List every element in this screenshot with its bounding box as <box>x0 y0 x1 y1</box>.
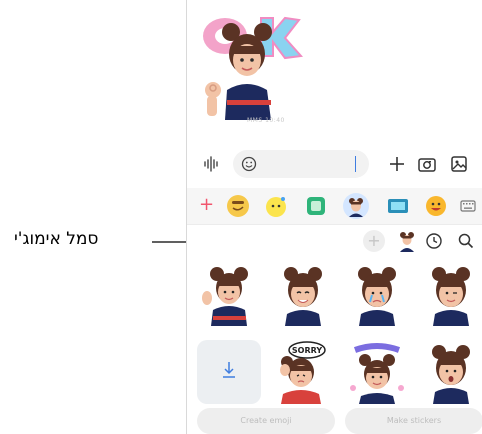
sticker-wink[interactable] <box>419 262 482 326</box>
sticker-grid: SORRY Create emoji Make stickers <box>187 262 482 434</box>
sticker-thanks[interactable] <box>345 340 409 404</box>
add-emoji-button[interactable]: + <box>363 230 385 252</box>
category-emoji-2[interactable] <box>263 193 289 219</box>
create-emoji-pill[interactable]: Create emoji <box>197 408 335 434</box>
image-icon[interactable] <box>449 154 469 174</box>
download-icon <box>223 362 235 378</box>
add-category-icon[interactable]: + <box>199 196 214 214</box>
text-cursor <box>355 156 356 172</box>
keyboard-icon[interactable] <box>455 193 481 219</box>
phone-screen: MMS 10:40 + + SORRY Create emoji Make st… <box>186 0 482 434</box>
sticker-category-bar: + <box>187 188 482 224</box>
plus-icon[interactable] <box>387 154 407 174</box>
sticker-sorry[interactable]: SORRY <box>271 340 335 404</box>
clock-icon[interactable] <box>425 232 443 250</box>
message-timestamp: MMS 10:40 <box>247 117 285 124</box>
my-emoji-avatar[interactable] <box>397 230 417 252</box>
search-icon[interactable] <box>457 232 475 250</box>
ok-sticker-message[interactable] <box>201 10 305 120</box>
category-ar-emoji[interactable] <box>343 193 369 219</box>
sticker-wave[interactable] <box>197 262 261 326</box>
sticker-smile[interactable] <box>271 262 335 326</box>
category-emoji-1[interactable] <box>225 193 251 219</box>
chat-area: MMS 10:40 <box>187 0 482 140</box>
sticker-cry[interactable] <box>345 262 409 326</box>
emoji-icon-callout-label: סמל אימוג'י <box>14 229 99 249</box>
download-stickers-tile[interactable] <box>197 340 261 404</box>
camera-icon[interactable] <box>417 154 437 174</box>
message-input-row <box>187 146 482 182</box>
category-sticker-3[interactable] <box>303 193 329 219</box>
make-stickers-pill[interactable]: Make stickers <box>345 408 482 434</box>
category-sticker-5[interactable] <box>385 193 411 219</box>
ar-emoji-sub-bar: + <box>187 226 482 256</box>
waveform-icon[interactable] <box>203 155 219 173</box>
smiley-icon[interactable] <box>241 156 257 172</box>
sticker-surprise[interactable] <box>419 340 482 404</box>
category-emoji-6[interactable] <box>423 193 449 219</box>
divider <box>187 224 482 225</box>
message-text-field[interactable] <box>233 150 369 178</box>
svg-text:SORRY: SORRY <box>292 346 322 355</box>
